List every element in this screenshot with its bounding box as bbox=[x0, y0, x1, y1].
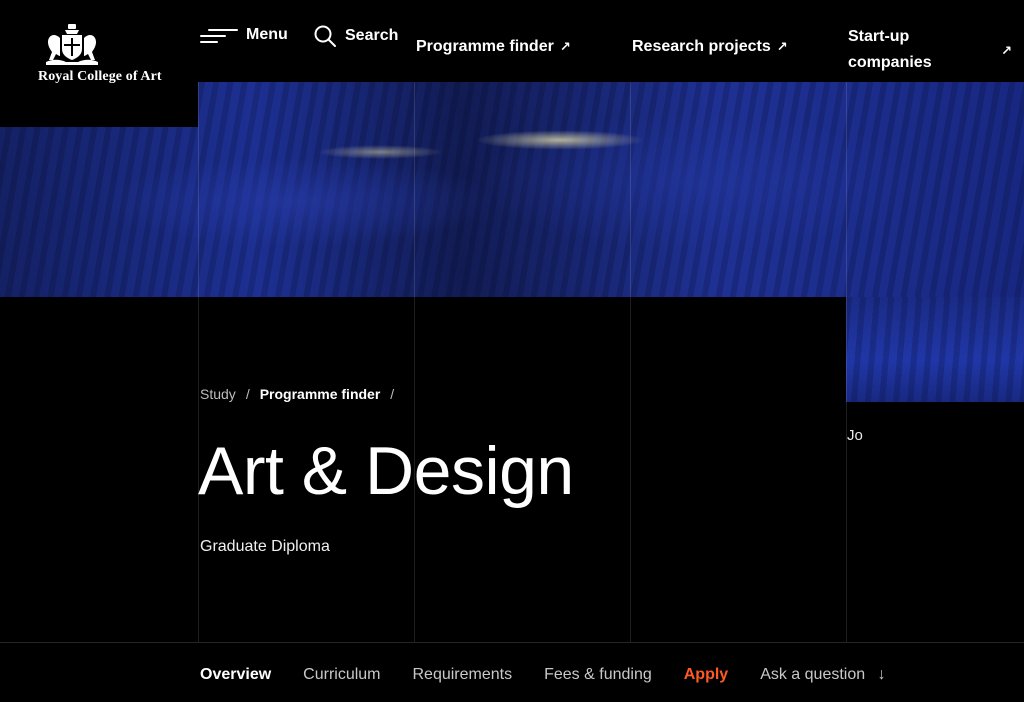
breadcrumb-programme-finder[interactable]: Programme finder bbox=[260, 386, 381, 402]
arrow-down-icon: ↓ bbox=[877, 666, 886, 683]
menu-icon bbox=[200, 27, 238, 43]
breadcrumb-separator: / bbox=[245, 386, 250, 402]
nav-link-startup-companies[interactable]: Start-up companies ↗ bbox=[848, 24, 1012, 76]
crest-icon bbox=[46, 24, 98, 65]
menu-button[interactable]: Menu bbox=[200, 26, 288, 44]
side-text: Jo bbox=[847, 427, 863, 444]
tab-overview[interactable]: Overview bbox=[200, 666, 271, 684]
search-label: Search bbox=[345, 27, 399, 44]
menu-label: Menu bbox=[246, 26, 288, 43]
nav-link-label: Programme finder bbox=[416, 38, 554, 55]
page-title: Art & Design bbox=[198, 433, 574, 509]
tab-label: Ask a question bbox=[760, 666, 866, 683]
search-button[interactable]: Search bbox=[313, 24, 398, 48]
nav-link-label-line2: companies bbox=[848, 54, 932, 71]
page-subtitle: Graduate Diploma bbox=[200, 538, 330, 555]
tab-curriculum[interactable]: Curriculum bbox=[303, 666, 380, 684]
search-icon bbox=[314, 25, 336, 47]
external-arrow-icon: ↗ bbox=[1001, 43, 1012, 58]
nav-link-research-projects[interactable]: Research projects ↗ bbox=[632, 38, 788, 56]
logo[interactable]: Royal College of Art bbox=[0, 0, 198, 127]
hero-image-extension bbox=[846, 297, 1024, 402]
tab-requirements[interactable]: Requirements bbox=[413, 666, 513, 684]
breadcrumb-separator: / bbox=[390, 386, 395, 402]
grid-line bbox=[198, 0, 199, 702]
external-arrow-icon: ↗ bbox=[559, 39, 571, 54]
grid-line bbox=[846, 0, 847, 702]
tab-apply[interactable]: Apply bbox=[684, 666, 728, 684]
nav-link-programme-finder[interactable]: Programme finder ↗ bbox=[416, 38, 571, 56]
grid-line bbox=[630, 0, 631, 702]
tab-ask-a-question[interactable]: Ask a question ↓ bbox=[760, 666, 885, 684]
logo-text: Royal College of Art bbox=[38, 69, 162, 84]
external-arrow-icon: ↗ bbox=[776, 39, 788, 54]
nav-link-label: Research projects bbox=[632, 38, 771, 55]
section-tab-bar: Overview Curriculum Requirements Fees & … bbox=[0, 642, 1024, 702]
grid-line bbox=[414, 0, 415, 702]
breadcrumb-study[interactable]: Study bbox=[200, 386, 236, 402]
tab-fees-funding[interactable]: Fees & funding bbox=[544, 666, 652, 684]
breadcrumb: Study / Programme finder / bbox=[200, 386, 394, 402]
nav-link-label-line1: Start-up bbox=[848, 28, 910, 45]
